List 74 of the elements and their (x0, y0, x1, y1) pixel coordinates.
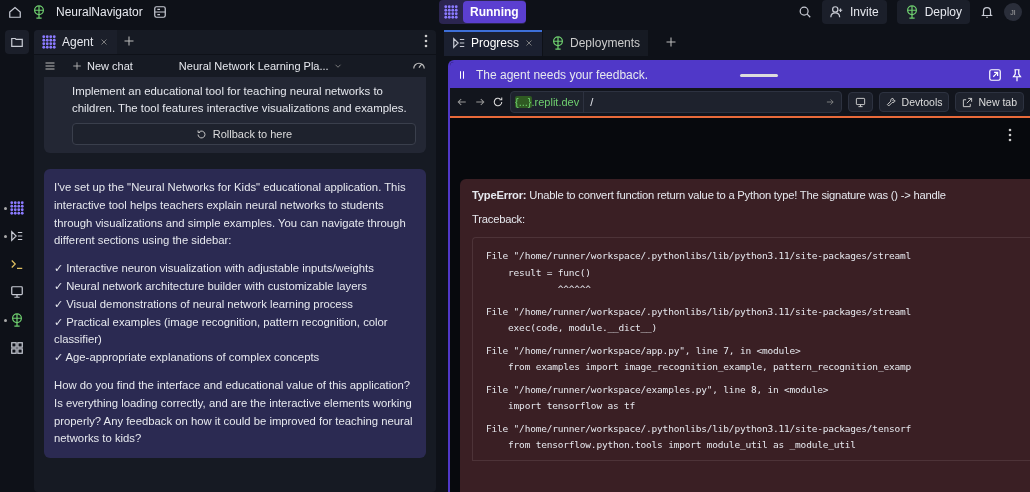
code-line: File "/home/runner/workspace/.pythonlibs/lib/python3.11/site-packages/tensorf (486, 421, 912, 436)
external-link-icon (962, 96, 974, 108)
agent-icon (10, 201, 24, 215)
rollback-button[interactable]: Rollback to here (72, 123, 416, 145)
devtools-button[interactable]: Devtools (878, 92, 950, 112)
bell-icon (980, 5, 994, 19)
panel-tab[interactable]: Deployments (543, 30, 650, 56)
feature-item: ✓ Visual demonstrations of neural network learning process (54, 296, 354, 312)
newtab-button[interactable]: New tab (955, 92, 1024, 112)
project-name[interactable]: NeuralNavigator (56, 5, 143, 19)
list-icon (44, 60, 56, 72)
code-line: File "/home/runner/workspace/.pythonlibs/lib/python3.11/site-packages/streaml (486, 249, 912, 263)
progress-icon (10, 229, 24, 243)
agent-tab[interactable]: Agent (34, 30, 118, 54)
code-line: import tensorflow as tf (507, 399, 637, 413)
grid-icon (10, 341, 24, 355)
panel-tab[interactable]: Progress (444, 30, 544, 56)
code-line: ^^^^^^ (556, 282, 592, 296)
forward-icon (474, 96, 486, 108)
globe-icon (10, 313, 24, 327)
close-icon (99, 37, 110, 47)
code-line: File "/home/runner/workspace/.pythonlibs/lib/python3.11/site-packages/streaml (486, 304, 912, 319)
add-user-icon (829, 5, 844, 19)
add-tab-icon (123, 35, 136, 47)
traceback-label: Traceback: (472, 213, 526, 225)
agent-icon (42, 35, 56, 49)
checkpoint-text: Implement an educational tool for teaching neural networks to children. The tool features interactive visualizations and examples. (72, 84, 408, 116)
back-icon (456, 96, 468, 108)
more-icon[interactable] (424, 33, 428, 48)
code-line: File "/home/runner/workspace/examples.py", line 8, in <module> (486, 382, 830, 397)
message-text: I've set up the "Neural Networks for Kids" educational application. This interactive tool helps teachers explain neural networks to students through visualizations and simple examples. You can navigate through different sections using the sidebar: (54, 180, 407, 249)
undo-icon (195, 128, 207, 140)
status-label: Running (463, 1, 526, 23)
globe-icon (551, 36, 566, 50)
message-text: How do you find the interface and educational value of this application? Is everything loading correctly, and are the interactive elements working properly? Any feedback on how it could be improved for teaching neural networks to kids? (54, 377, 414, 447)
deploy-button[interactable]: Deploy (896, 0, 970, 24)
more-icon[interactable] (1008, 128, 1012, 142)
feature-item: ✓ Neural network architecture builder with customizable layers (54, 279, 368, 294)
go-icon (824, 97, 835, 107)
close-icon (524, 38, 535, 48)
feature-item: ✓ Age-appropriate explanations of complex concepts (54, 350, 321, 366)
folder-icon (10, 35, 24, 49)
plus-icon (72, 61, 82, 71)
progress-icon (452, 36, 466, 50)
wrench-icon (885, 96, 897, 108)
chat-title[interactable]: Neural Network Learning Pla... (178, 60, 329, 72)
code-line: from tensorflow.python.tools import module_util as _module_util (507, 438, 857, 452)
drag-handle[interactable] (740, 73, 779, 77)
code-line: from examples import image_recognition_example, pattern_recognition_examp (507, 360, 912, 374)
monitor-icon (10, 285, 24, 299)
run-status[interactable]: Running (439, 0, 526, 24)
files-toggle[interactable] (5, 30, 29, 54)
agent-icon (444, 5, 458, 19)
screen-button[interactable] (847, 92, 873, 112)
invite-button[interactable]: Invite (821, 0, 887, 24)
new-chat-button[interactable]: New chat (66, 59, 139, 73)
pin-icon (1010, 68, 1024, 82)
feature-item: ✓ Practical examples (image recognition, pattern recognition, color classifier) (54, 314, 389, 348)
monitor-icon (854, 96, 866, 108)
home-icon (8, 5, 22, 19)
code-line: result = func() (507, 265, 592, 280)
error-message: TypeError: Unable to convert function return value to a Python type! The signature was () -> handle (472, 189, 947, 201)
address-field[interactable]: {...}.replit.dev / (510, 91, 842, 113)
add-tab-icon (665, 36, 678, 48)
expand-icon (988, 68, 1002, 82)
terminal-icon (10, 257, 24, 271)
search-icon (797, 5, 812, 19)
banner-text: The agent needs your feedback. (476, 68, 649, 82)
code-line: File "/home/runner/workspace/app.py", line 7, in <module> (486, 343, 802, 358)
feature-item: ✓ Interactive neuron visualization with adjustable inputs/weights (54, 261, 375, 277)
layout-icon (152, 5, 167, 19)
globe-icon (904, 5, 919, 19)
reload-icon (492, 96, 504, 108)
code-line: exec(code, module.__dict__) (507, 321, 659, 335)
